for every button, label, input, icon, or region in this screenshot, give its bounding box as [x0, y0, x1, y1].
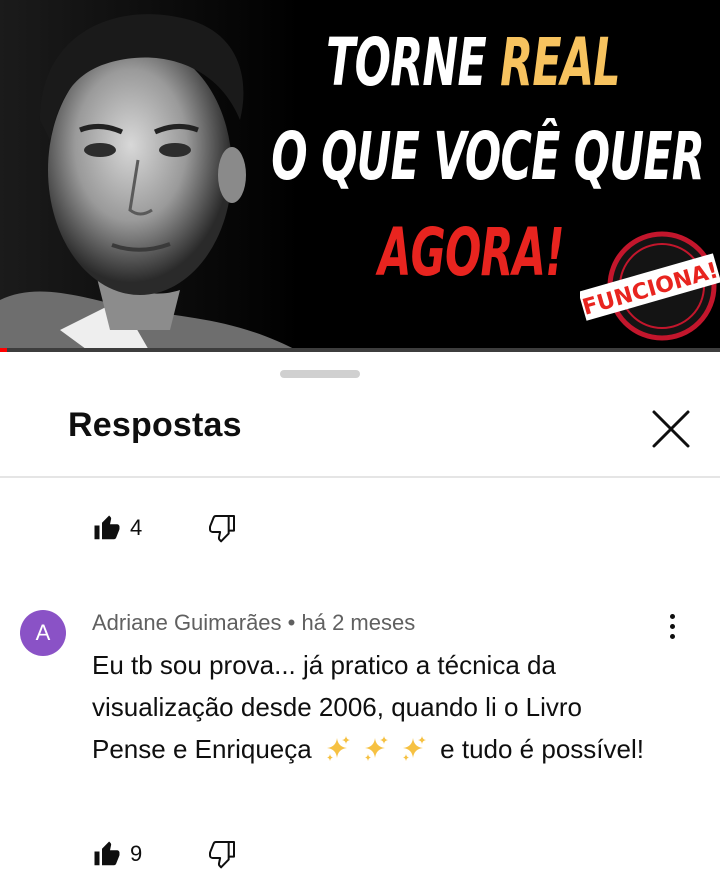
comment-actions: 9	[92, 836, 235, 872]
drag-handle[interactable]	[280, 370, 360, 378]
sparkles-emoji	[402, 736, 426, 761]
sparkles-emoji	[364, 736, 388, 761]
sparkles-emoji	[326, 736, 350, 761]
headline-line-1: TORNE REAL	[326, 24, 620, 101]
replies-sheet: Respostas 4 A Adriane Guimarães • há 2 m…	[0, 352, 720, 891]
portrait-image	[0, 0, 300, 352]
more-options-button[interactable]	[658, 606, 686, 646]
thumb-down-icon	[209, 515, 235, 543]
like-button[interactable]: 4	[92, 513, 142, 543]
thumb-down-icon	[209, 841, 235, 869]
thumb-up-icon	[94, 515, 120, 540]
comment-author[interactable]: Adriane Guimarães	[92, 610, 282, 635]
header-divider	[0, 476, 720, 478]
video-player[interactable]: TORNE REAL O QUE VOCÊ QUER AGORA! FUNCIO…	[0, 0, 720, 352]
comment-header: Adriane Guimarães • há 2 meses	[92, 610, 415, 636]
dislike-button[interactable]	[206, 838, 238, 870]
thumb-up-icon	[94, 841, 120, 866]
more-vert-icon	[669, 633, 675, 639]
like-button[interactable]: 9	[92, 839, 142, 869]
more-vert-icon	[669, 623, 675, 629]
headline-line-3: AGORA!	[378, 214, 564, 291]
close-button[interactable]	[646, 404, 696, 454]
comment-text-part-2: e tudo é possível!	[432, 734, 644, 764]
more-vert-icon	[669, 613, 675, 619]
avatar[interactable]: A	[20, 610, 66, 656]
video-progress-fill	[0, 348, 8, 352]
headline-line-2: O QUE VOCÊ QUER	[271, 118, 704, 195]
previous-comment-actions: 4	[92, 510, 235, 546]
sheet-title: Respostas	[68, 406, 242, 444]
comment-time: há 2 meses	[301, 610, 416, 635]
dislike-button[interactable]	[206, 512, 238, 544]
like-count: 4	[130, 515, 143, 540]
funciona-stamp: FUNCIONA!	[580, 231, 720, 341]
header-separator: •	[281, 610, 302, 635]
comment-text: Eu tb sou prova... já pratico a técnica …	[92, 644, 652, 770]
headline-accent: REAL	[500, 24, 620, 101]
like-count: 9	[130, 841, 143, 866]
close-icon	[652, 410, 690, 448]
